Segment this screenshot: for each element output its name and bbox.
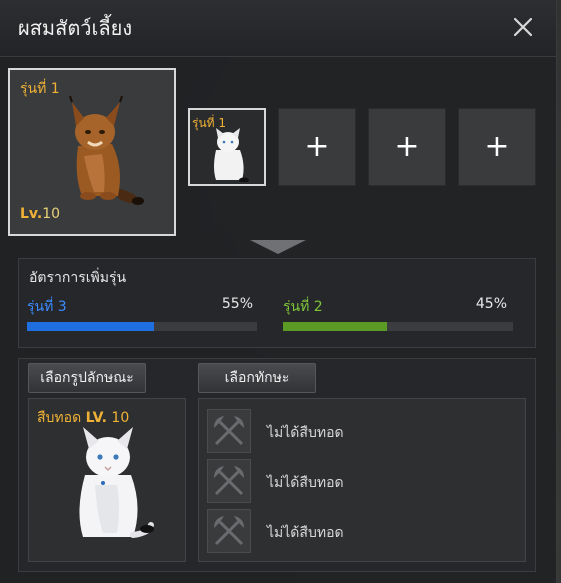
crossed-axes-icon (207, 459, 251, 503)
add-pet-icon: + (394, 129, 420, 164)
skill-status: ไม่ได้สืบทอด (267, 525, 344, 541)
material-slot-3[interactable]: + (368, 108, 446, 186)
close-button[interactable] (508, 12, 538, 42)
skill-status: ไม่ได้สืบทอด (267, 475, 344, 491)
select-skill-button[interactable]: เลือกทักษะ (198, 363, 316, 393)
pet-fusion-window: ผสมสัตว์เลี้ยง รุ่นที่ 1 Lv.10 รุ่นที่ 1… (0, 0, 557, 583)
title-bar: ผสมสัตว์เลี้ยง (0, 0, 556, 57)
appearance-preview: สืบทอด LV. 10 (28, 398, 186, 562)
rate-option-label: รุ่นที่ 3 (27, 299, 67, 315)
generation-rate-panel: อัตราการเพิ่มรุ่น รุ่นที่ 3 55% รุ่นที่ … (18, 258, 536, 348)
crossed-axes-icon (207, 509, 251, 553)
material-slot-2[interactable]: + (278, 108, 356, 186)
material-slot-1[interactable]: รุ่นที่ 1 (188, 108, 266, 186)
rate-progress-bar (27, 322, 257, 331)
down-arrow-icon (250, 240, 306, 254)
rate-option-percent: 45% (475, 296, 507, 312)
rate-progress-fill (27, 322, 154, 331)
white-cat-pet-image (79, 427, 154, 538)
rate-progress-bar (283, 322, 513, 331)
white-cat-pet-image (214, 128, 249, 182)
skill-row[interactable]: ไม่ได้สืบทอด (207, 509, 517, 553)
material-slot-4[interactable]: + (458, 108, 536, 186)
generation-rate-title: อัตราการเพิ่มรุ่น (29, 270, 127, 286)
main-pet-level: Lv.10 (20, 206, 61, 222)
add-pet-icon: + (484, 129, 510, 164)
main-pet-slot[interactable]: รุ่นที่ 1 Lv.10 (8, 68, 176, 236)
window-title: ผสมสัตว์เลี้ยง (18, 16, 133, 40)
add-pet-icon: + (304, 129, 330, 164)
select-appearance-button[interactable]: เลือกรูปลักษณะ (28, 363, 146, 393)
lynx-pet-image (69, 96, 144, 205)
skill-status: ไม่ได้สืบทอด (267, 425, 344, 441)
crossed-axes-icon (207, 409, 251, 453)
skill-row[interactable]: ไม่ได้สืบทอด (207, 459, 517, 503)
rate-option-label: รุ่นที่ 2 (283, 299, 323, 315)
skill-row[interactable]: ไม่ได้สืบทอด (207, 409, 517, 453)
close-icon (513, 17, 533, 37)
skill-list: ไม่ได้สืบทอด ไม่ได้สืบทอด ไม่ได้สืบทอด (198, 398, 526, 562)
rate-progress-fill (283, 322, 387, 331)
rate-option-percent: 55% (221, 296, 253, 312)
